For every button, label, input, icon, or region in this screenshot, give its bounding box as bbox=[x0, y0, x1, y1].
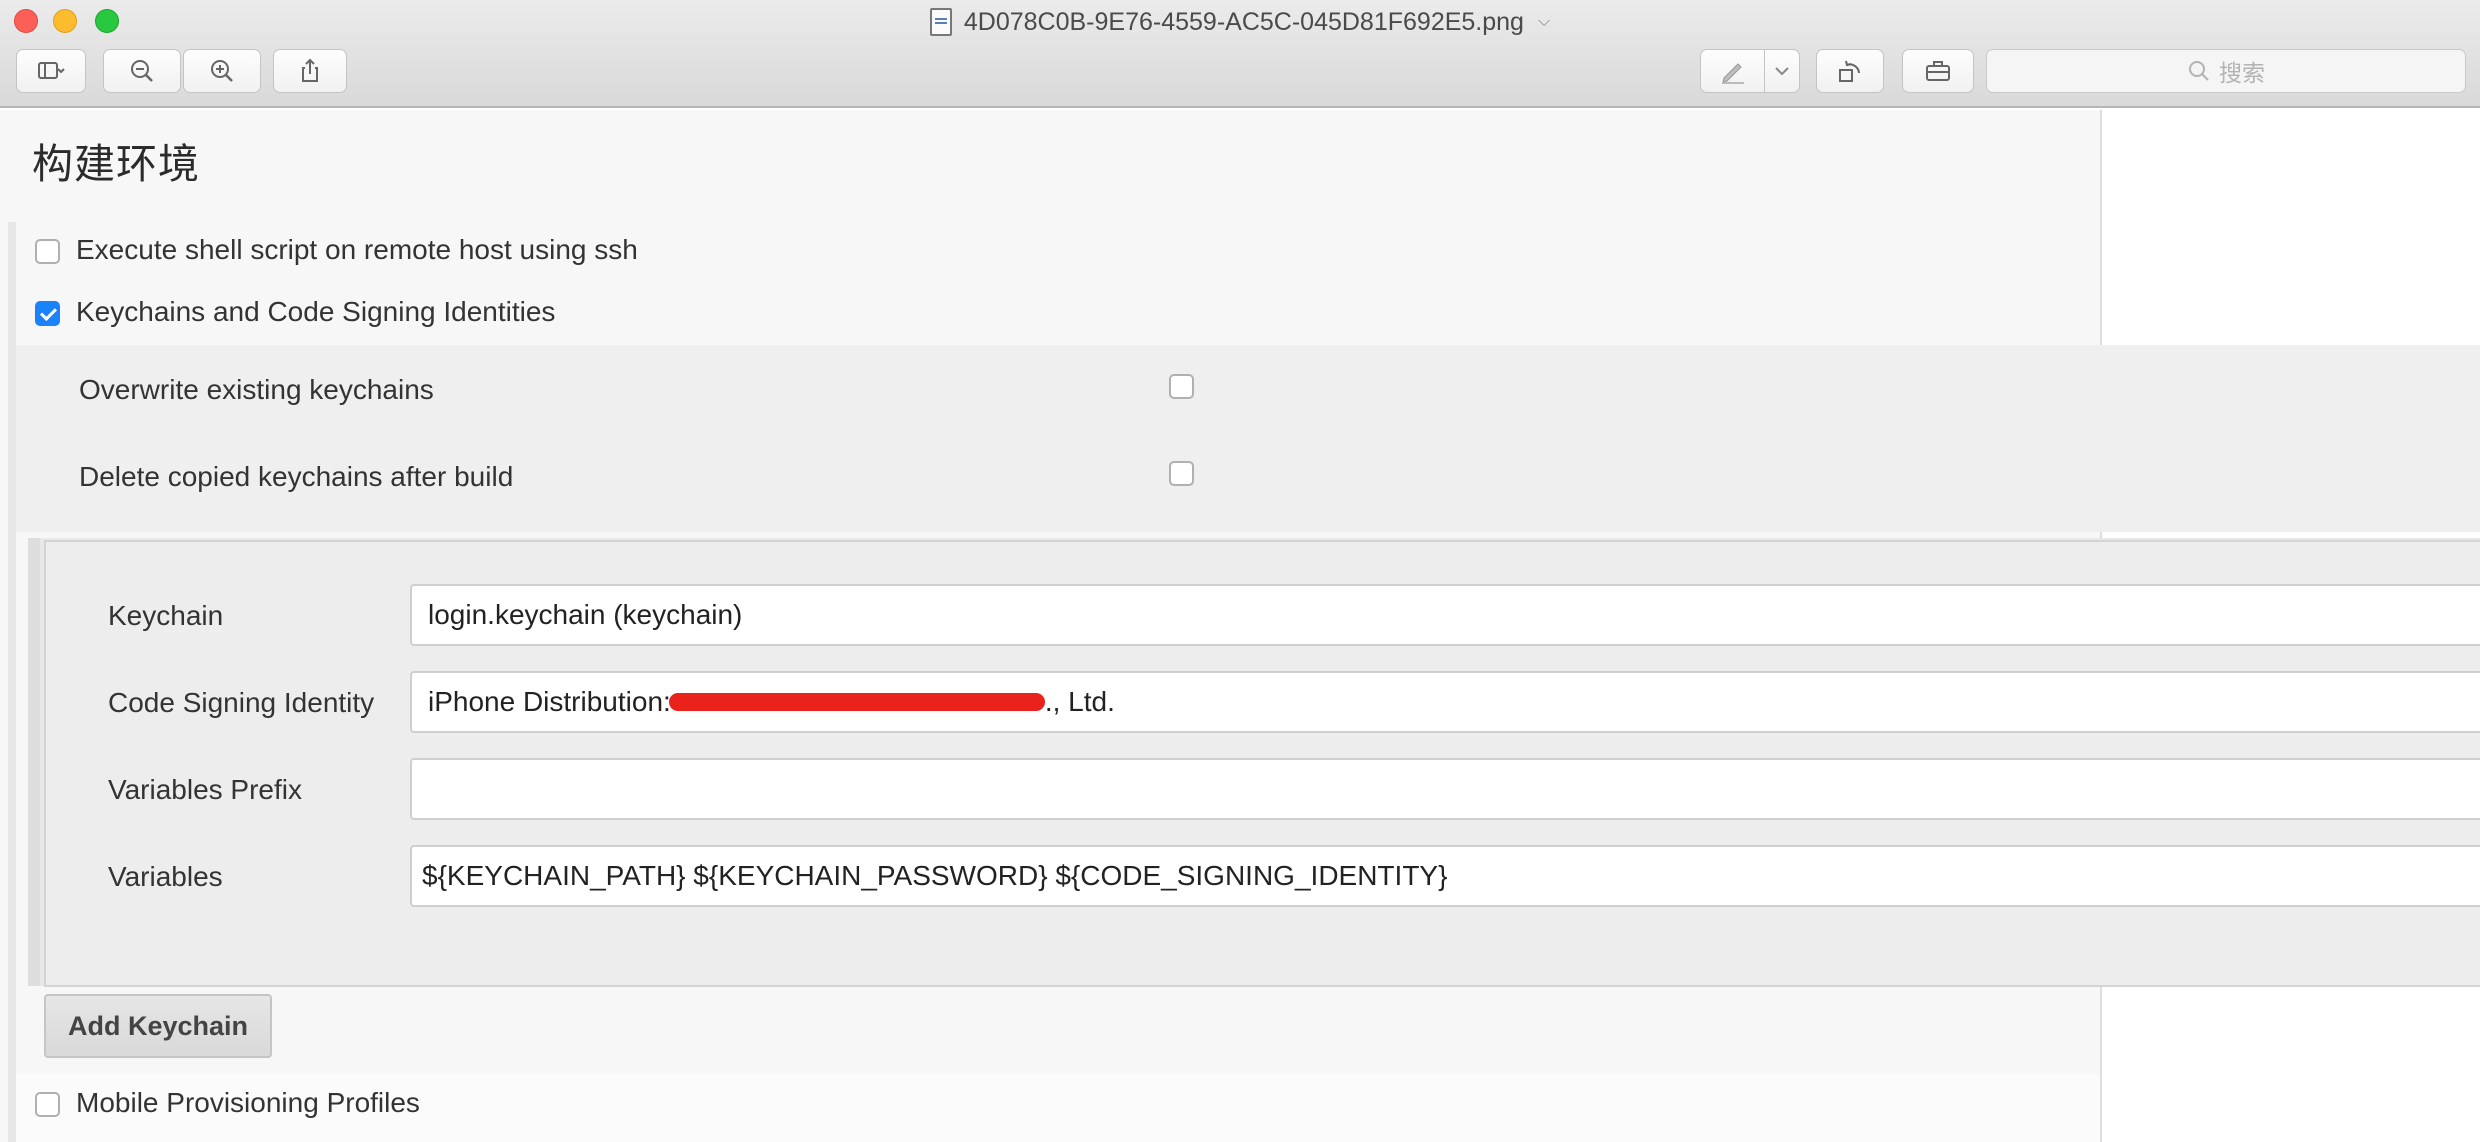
search-input[interactable]: 搜索 bbox=[1986, 49, 2466, 93]
rotate-icon bbox=[1839, 60, 1860, 82]
toolbox-button[interactable] bbox=[1902, 49, 1974, 93]
document-title: 4D078C0B-9E76-4559-AC5C-045D81F692E5.png… bbox=[0, 0, 2480, 44]
variables-label: Variables bbox=[108, 861, 223, 892]
zoom-out-button[interactable] bbox=[103, 49, 181, 93]
sidebar-toggle-button[interactable] bbox=[16, 49, 86, 93]
code-signing-identity-label: Code Signing Identity bbox=[108, 687, 375, 718]
delete-keychains-checkbox[interactable] bbox=[1169, 461, 1194, 486]
chevron-down-icon bbox=[1775, 67, 1789, 76]
zoom-in-icon bbox=[211, 60, 233, 82]
identity-suffix: ., Ltd. bbox=[1044, 686, 1115, 717]
pen-icon bbox=[1722, 63, 1744, 84]
share-button[interactable] bbox=[273, 49, 347, 93]
provisioning-profiles-label: Mobile Provisioning Profiles bbox=[76, 1087, 420, 1118]
add-keychain-label: Add Keychain bbox=[67, 1010, 249, 1041]
section-rule bbox=[8, 222, 16, 1142]
sidebar-icon bbox=[38, 62, 65, 79]
search-placeholder: 搜索 bbox=[2219, 60, 2265, 86]
keychain-value: login.keychain (keychain) bbox=[428, 599, 743, 630]
search-icon bbox=[2189, 61, 2209, 81]
document-title-text: 4D078C0B-9E76-4559-AC5C-045D81F692E5.png bbox=[963, 7, 1524, 36]
variables-value: ${KEYCHAIN_PATH} ${KEYCHAIN_PASSWORD} ${… bbox=[422, 860, 1448, 891]
chevron-down-icon[interactable]: ⌵ bbox=[1538, 13, 1550, 31]
provisioning-profiles-checkbox[interactable] bbox=[35, 1092, 60, 1117]
redaction-mark bbox=[668, 693, 1045, 711]
execute-shell-label: Execute shell script on remote host usin… bbox=[76, 234, 638, 265]
file-icon bbox=[929, 8, 952, 36]
identity-prefix: iPhone Distribution: bbox=[428, 686, 671, 717]
keychain-field[interactable]: login.keychain (keychain) bbox=[410, 584, 2480, 646]
section-title: 构建环境 bbox=[32, 141, 200, 187]
zoom-in-button[interactable] bbox=[183, 49, 261, 93]
keychains-label: Keychains and Code Signing Identities bbox=[76, 296, 556, 327]
code-signing-identity-field[interactable]: iPhone Distribution: ., Ltd. bbox=[410, 671, 2480, 733]
share-icon bbox=[302, 58, 318, 82]
variables-field[interactable]: ${KEYCHAIN_PATH} ${KEYCHAIN_PASSWORD} ${… bbox=[410, 845, 2480, 907]
keychains-checkbox[interactable] bbox=[35, 301, 60, 326]
variables-prefix-label: Variables Prefix bbox=[108, 774, 303, 805]
zoom-out-icon bbox=[131, 60, 153, 82]
add-keychain-button[interactable]: Add Keychain bbox=[44, 994, 272, 1058]
rotate-button[interactable] bbox=[1816, 49, 1884, 93]
overwrite-keychains-checkbox[interactable] bbox=[1169, 374, 1194, 399]
variables-prefix-field[interactable] bbox=[410, 758, 2480, 820]
toolbox-icon bbox=[1926, 61, 1950, 81]
markup-menu-button[interactable] bbox=[1764, 49, 1800, 93]
keychain-label: Keychain bbox=[108, 600, 224, 631]
execute-shell-checkbox[interactable] bbox=[35, 239, 60, 264]
overwrite-keychains-label: Overwrite existing keychains bbox=[79, 374, 434, 405]
delete-keychains-label: Delete copied keychains after build bbox=[79, 461, 514, 492]
markup-button[interactable] bbox=[1700, 49, 1766, 93]
